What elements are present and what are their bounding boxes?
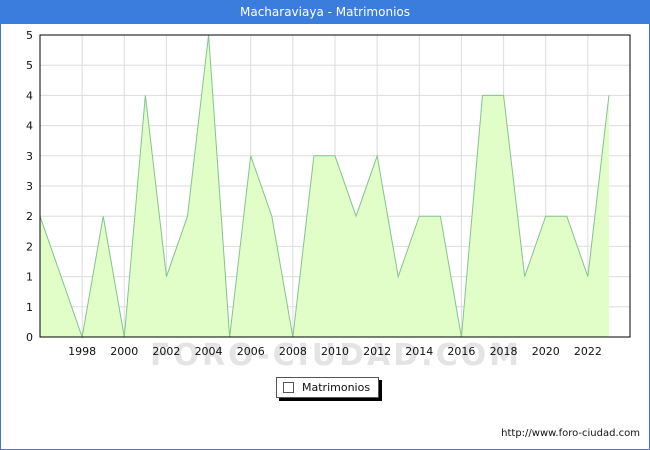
y-tick-label: 0	[26, 331, 33, 344]
source-url: http://www.foro-ciudad.com	[501, 428, 640, 439]
x-tick-label: 2000	[110, 345, 138, 358]
x-tick-label: 2006	[237, 345, 265, 358]
x-tick-label: 2004	[195, 345, 223, 358]
y-tick-label: 4	[26, 120, 33, 133]
y-tick-label: 3	[26, 150, 33, 163]
x-tick-label: 2002	[152, 345, 180, 358]
x-tick-label: 1998	[68, 345, 96, 358]
y-tick-label: 4	[26, 89, 33, 102]
y-tick-label: 5	[26, 59, 33, 72]
y-tick-label: 5	[26, 29, 33, 42]
y-tick-label: 3	[26, 180, 33, 193]
legend-label: Matrimonios	[302, 381, 371, 394]
y-tick-label: 2	[26, 240, 33, 253]
legend: Matrimonios	[276, 377, 380, 398]
legend-swatch	[283, 382, 294, 393]
x-tick-label: 2018	[490, 345, 518, 358]
x-tick-label: 2014	[405, 345, 433, 358]
y-tick-label: 2	[26, 210, 33, 223]
x-tick-label: 2010	[321, 345, 349, 358]
x-tick-label: 2012	[363, 345, 391, 358]
x-tick-label: 2016	[447, 345, 475, 358]
x-tick-label: 2020	[532, 345, 560, 358]
x-tick-label: 2022	[574, 345, 602, 358]
x-tick-label: 2008	[279, 345, 307, 358]
y-tick-label: 1	[26, 301, 33, 314]
y-tick-label: 1	[26, 271, 33, 284]
